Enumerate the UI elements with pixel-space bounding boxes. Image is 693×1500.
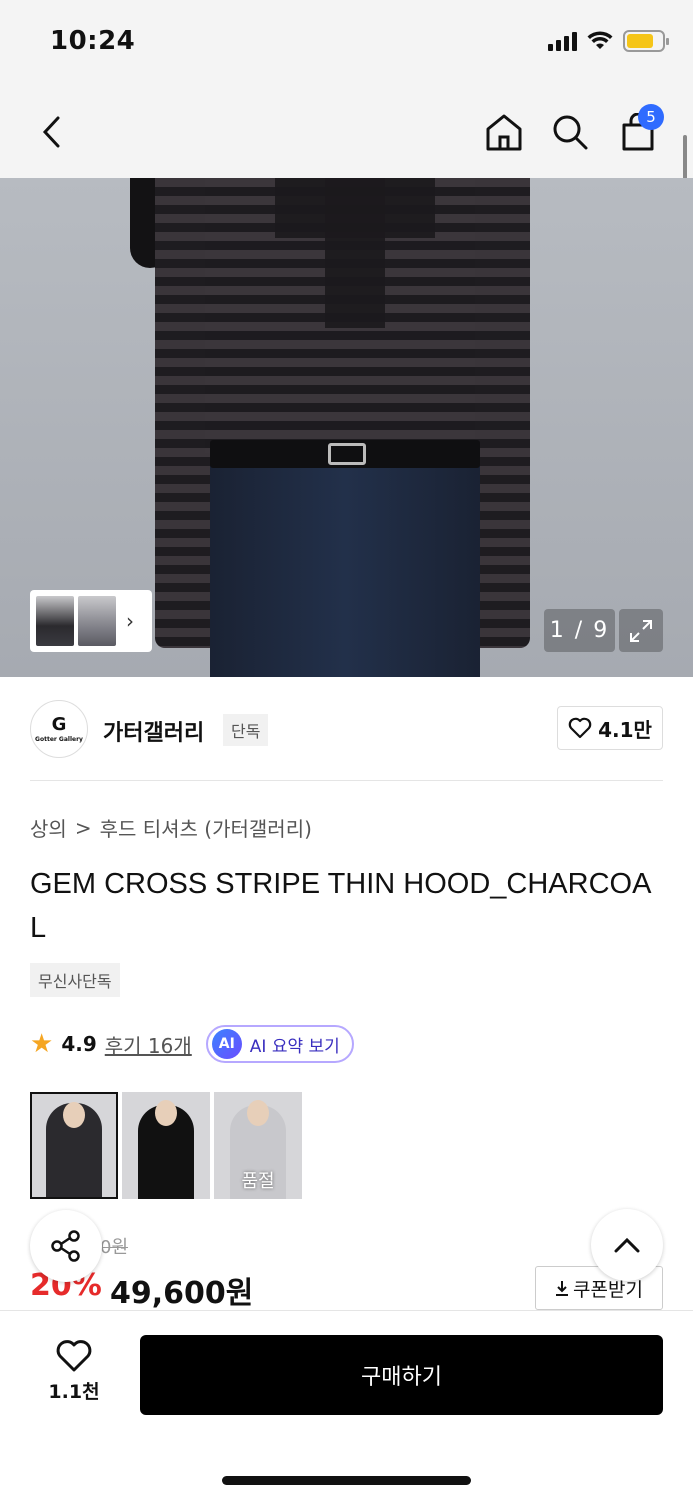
chevron-up-icon — [614, 1237, 640, 1253]
wishlist-button[interactable]: 1.1천 — [38, 1339, 110, 1409]
share-button[interactable] — [30, 1210, 102, 1282]
share-icon — [51, 1230, 80, 1262]
cross-print-graphic — [275, 178, 435, 328]
original-price: 0원 — [100, 1237, 129, 1258]
heart-icon — [56, 1340, 92, 1372]
heart-icon — [568, 717, 592, 739]
ai-badge-icon: AI — [211, 1029, 242, 1059]
thumbnail-image — [36, 596, 74, 646]
image-counter: 1 / 9 — [544, 609, 615, 652]
color-option[interactable] — [122, 1092, 210, 1199]
chevron-right-icon: › — [126, 609, 134, 633]
rating-value: 4.9 — [61, 1032, 97, 1056]
breadcrumb: 상의 > 후드 티셔츠 (가터갤러리) — [30, 813, 312, 842]
rating-row: ★ 4.9 후기 16개 AI AI 요약 보기 — [30, 1024, 354, 1064]
home-indicator — [222, 1476, 471, 1485]
expand-icon — [630, 619, 652, 642]
brand-like-count: 4.1만 — [598, 717, 652, 742]
back-chevron-icon — [42, 116, 60, 148]
cart-count-badge: 5 — [638, 104, 664, 130]
ai-summary-button[interactable]: AI AI 요약 보기 — [205, 1025, 354, 1063]
status-time: 10:24 — [50, 26, 136, 56]
download-icon — [556, 1281, 569, 1296]
wifi-icon — [587, 31, 613, 49]
breadcrumb-separator: > — [74, 815, 92, 840]
thumbnail-image — [78, 596, 116, 646]
sale-price: 49,600원 — [110, 1276, 254, 1311]
home-icon — [486, 114, 522, 151]
status-icons — [548, 30, 669, 52]
home-button[interactable] — [478, 106, 530, 158]
image-thumbnail-strip[interactable]: › — [30, 590, 152, 652]
search-button[interactable] — [544, 106, 596, 158]
star-icon: ★ — [30, 1029, 54, 1059]
brand-logo[interactable]: G Gotter Gallery — [30, 700, 88, 758]
divider — [30, 780, 663, 781]
review-link[interactable]: 후기 16개 — [105, 1030, 192, 1059]
breadcrumb-category[interactable]: 상의 — [30, 813, 67, 842]
breadcrumb-subcategory[interactable]: 후드 티셔츠 (가터갤러리) — [100, 813, 312, 842]
back-button[interactable] — [26, 106, 78, 158]
expand-image-button[interactable] — [619, 609, 663, 652]
brand-exclusive-tag: 단독 — [223, 714, 269, 746]
wishlist-count: 1.1천 — [48, 1381, 100, 1403]
ai-summary-label: AI 요약 보기 — [249, 1036, 340, 1057]
exclusive-tag: 무신사단독 — [30, 963, 120, 997]
brand-name[interactable]: 가터갤러리 — [103, 715, 204, 747]
buy-button[interactable]: 구매하기 — [140, 1335, 663, 1415]
brand-row: G Gotter Gallery 가터갤러리 단독 4.1만 — [30, 700, 663, 760]
sold-out-label: 품절 — [241, 1171, 275, 1192]
top-nav: 5 — [0, 86, 693, 178]
color-option[interactable] — [30, 1092, 118, 1199]
battery-icon — [623, 30, 669, 52]
search-icon — [553, 115, 588, 150]
product-title: GEM CROSS STRIPE THIN HOOD_CHARCOAL — [30, 868, 652, 944]
scroll-to-top-button[interactable] — [591, 1209, 663, 1281]
cart-button[interactable]: 5 — [612, 104, 664, 158]
brand-like-button[interactable]: 4.1만 — [557, 706, 663, 750]
status-bar: 10:24 — [0, 0, 693, 86]
bottom-action-bar: 1.1천 구매하기 — [0, 1310, 693, 1500]
cellular-signal-icon — [548, 31, 577, 51]
